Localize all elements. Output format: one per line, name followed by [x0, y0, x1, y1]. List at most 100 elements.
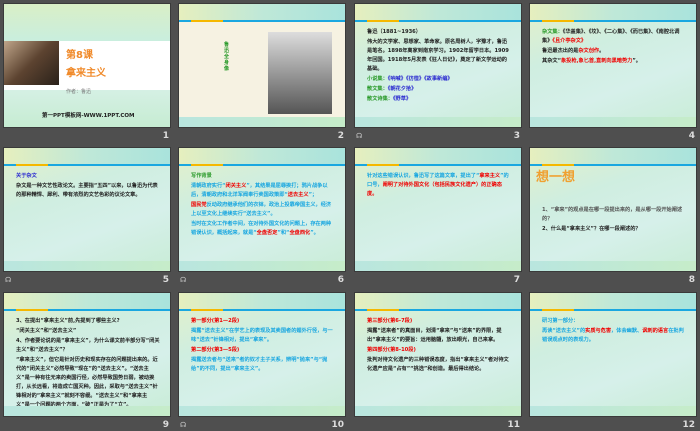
slide-content: 1、“拿来”的观点是在哪一段提出来的，是从哪一段开始阐述的？ 2、什么是“拿来主义… — [542, 206, 686, 235]
text-segment: 散文诗集： — [367, 96, 393, 102]
transition-icon[interactable]: ☊ — [180, 421, 186, 429]
text-segment: 象投枪,象匕首,直刺向黑暗势力 — [560, 58, 633, 64]
text-segment: 散文集： — [367, 86, 388, 92]
text-segment: 闭关主义 — [225, 183, 247, 189]
slide-header-band — [179, 148, 345, 164]
text-line: 揭露“送去主义”在学艺上的表现及其卖国者的媚外行径，与一味“送去”针锋相对，提出… — [191, 327, 335, 345]
caption: 鲁迅全身像 — [224, 42, 230, 72]
text-segment: 《朝花夕拾》 — [387, 86, 417, 92]
slide-footer-band — [179, 261, 345, 271]
slide-header-band — [530, 4, 696, 20]
text-segment: 鲁迅最杰出的是 — [542, 48, 579, 54]
slide-heading: 想一想 — [536, 170, 576, 185]
text-line: 揭露“送来者”的真面目，划清“拿来”与“送来”的界限，提出“拿来主义”的要旨：运… — [367, 327, 511, 345]
transition-icon[interactable]: ☊ — [356, 132, 362, 140]
text-line: 第三部分(第6-7段) — [367, 317, 511, 326]
transition-icon[interactable]: ☊ — [5, 276, 11, 284]
slide-thumbnail-9[interactable]: 3、在提出“拿来主义”前,先提到了哪些主义? “闭关主义”和“送去主义” 4、作者要… — [3, 292, 171, 417]
text-segment: 针对这些错误认识，鲁迅写了这篇文章，提出了“ — [367, 173, 480, 179]
slide-content: 第一部分(第1—2段) 揭露“送去主义”在学艺上的表现及其卖国者的媚外行径，与一味… — [191, 317, 335, 375]
author: 作者：鲁迅 — [66, 89, 92, 95]
slide-header-band — [355, 4, 521, 20]
accent-stripe — [530, 309, 696, 311]
accent-stripe — [355, 20, 521, 22]
accent-stripe — [355, 309, 521, 311]
slide-number: 12 — [682, 420, 695, 430]
slide-content: 杂文集：《华盖集》、《坟》、《二心集》、《而已集》、《南腔北调集》《且介亭杂文》… — [542, 28, 686, 67]
text-segment: ”和“ — [277, 230, 290, 236]
slide-footer-band — [179, 406, 345, 416]
slide-footer-band — [355, 406, 521, 416]
text-segment: 实质与危害 — [585, 328, 612, 334]
text-line: 鲁迅最杰出的是杂文创作。 — [542, 47, 686, 56]
text-line: 再读“送去主义”的实质与危害，体会幽默、讽刺的语言在批判错误观点时的表现力。 — [542, 327, 686, 345]
lesson-number: 第8课 — [66, 50, 93, 61]
text-segment: 3、在提出“拿来主义”前,先提到了哪些主义? — [16, 318, 120, 324]
slide-thumbnail-5[interactable]: 关于杂文 杂文是一种文艺性政论文。主要指“五四”以来，以鲁迅为代表的那种精悍、犀利… — [3, 147, 171, 272]
text-segment: ”。 — [310, 230, 319, 236]
text-segment: 4、作者要论说的是“拿来主义”，为什么课文前半部分写“闭关主义”和“送去主义”？ — [16, 338, 160, 353]
text-segment: “闭关主义”和“送去主义” — [16, 328, 77, 334]
text-segment: ”； — [308, 192, 318, 198]
slide-number: 3 — [513, 131, 520, 141]
slide-content: 写作背景 清朝政府实行“闭关主义”，其结果是屈辱挨打；鸦片战争以后，清朝政府和北洋… — [191, 172, 335, 239]
slide-thumbnail-12[interactable]: 研习第一部分： 再读“送去主义”的实质与危害，体会幽默、讽刺的语言在批判错误观点时… — [529, 292, 697, 417]
text-segment: 全盘西化 — [289, 230, 311, 236]
accent-stripe — [179, 20, 345, 22]
slide-number: 6 — [337, 275, 344, 285]
slide-content: 鲁迅（1881~1936） 伟大的文学家、思想家、革命家。原名周树人，字豫才，鲁迅… — [367, 28, 511, 105]
slide-header-band — [179, 293, 345, 309]
slide-thumbnail-8[interactable]: 想一想 1、“拿来”的观点是在哪一段提出来的，是从哪一段开始阐述的？ 2、什么是“拿… — [529, 147, 697, 272]
slide-thumbnail-7[interactable]: 针对这些错误认识，鲁迅写了这篇文章，提出了“拿来主义”的口号，阐明了对待外国文化… — [354, 147, 522, 272]
text-segment: 第一部分(第1—2段) — [191, 318, 240, 324]
text-segment: 研习第一部分： — [542, 318, 579, 324]
text-line: 批判对待文化遗产的三种错误态度，指出“拿来主义”者对待文化遗产应是“占有”“挑选… — [367, 356, 511, 374]
slide-header-band — [4, 148, 170, 164]
text-segment: 《呐喊》《彷徨》《故事新编》 — [387, 76, 453, 82]
text-segment: ”。 — [632, 58, 641, 64]
portrait-image — [4, 41, 59, 85]
slide-footer-band — [179, 117, 345, 127]
text-line: 揭露送去者与“送来”者的奴才主子关系，辨明“抛来”与“抛给”的不同，提出“拿来主… — [191, 356, 335, 374]
slide-content: 第三部分(第6-7段) 揭露“送来者”的真面目，划清“拿来”与“送来”的界限，提出… — [367, 317, 511, 375]
photo — [268, 32, 332, 114]
text-line: 第一部分(第1—2段) — [191, 317, 335, 326]
text-line: 小说集：《呐喊》《彷徨》《故事新编》 — [367, 75, 511, 84]
text-segment: 关于杂文 — [16, 173, 37, 179]
text-line: 其杂文“象投枪,象匕首,直刺向黑暗势力”。 — [542, 57, 686, 66]
slide-thumbnail-6[interactable]: 写作背景 清朝政府实行“闭关主义”，其结果是屈辱挨打；鸦片战争以后，清朝政府和北洋… — [178, 147, 346, 272]
text-segment: 《野草》 — [392, 96, 412, 102]
accent-stripe — [4, 164, 170, 166]
text-segment: 国民党 — [191, 202, 207, 208]
slide-thumbnail-3[interactable]: 鲁迅（1881~1936） 伟大的文学家、思想家、革命家。原名周树人，字豫才，鲁迅… — [354, 3, 522, 128]
slide-footer-band — [355, 261, 521, 271]
slide-footer-band — [530, 406, 696, 416]
text-segment: 。 — [599, 48, 605, 54]
slide-number: 7 — [513, 275, 520, 285]
slide-thumbnail-11[interactable]: 第三部分(第6-7段) 揭露“送来者”的真面目，划清“拿来”与“送来”的界限，提出… — [354, 292, 522, 417]
slide-content: 研习第一部分： 再读“送去主义”的实质与危害，体会幽默、讽刺的语言在批判错误观点时… — [542, 317, 686, 346]
slide-number: 10 — [331, 420, 344, 430]
slide-header-band — [355, 148, 521, 164]
text-segment: 全盘否定 — [256, 230, 278, 236]
text-segment: 伟大的文学家、思想家、革命家。原名周树人，字豫才，鲁迅是笔名。1898年离家到南… — [367, 39, 509, 72]
slide-thumbnail-1[interactable]: 第8课 拿来主义 作者：鲁迅 第一PPT模板网-WWW.1PPT.COM — [3, 3, 171, 128]
text-segment: 第二部分(第3—5段) — [191, 347, 240, 353]
text-segment: 批判对待文化遗产的三种错误态度，指出“拿来主义”者对待文化遗产应是“占有”“挑选… — [367, 357, 509, 372]
slide-thumbnail-2[interactable]: 鲁迅全身像 — [178, 3, 346, 128]
slide-number: 11 — [507, 420, 520, 430]
text-segment: “拿来主义”，但它是针对历史和现实存在的问题提出来的。近代的“闭关主义”必然导致… — [16, 357, 158, 408]
slide-thumbnail-4[interactable]: 杂文集：《华盖集》、《坟》、《二心集》、《而已集》、《南腔北调集》《且介亭杂文》… — [529, 3, 697, 128]
text-line: 杂文集：《华盖集》、《坟》、《二心集》、《而已集》、《南腔北调集》《且介亭杂文》 — [542, 28, 686, 46]
text-segment: 拿来主义 — [479, 173, 501, 179]
text-line: 第二部分(第3—5段) — [191, 346, 335, 355]
text-line: 3、在提出“拿来主义”前,先提到了哪些主义? — [16, 317, 160, 326]
slide-thumbnail-10[interactable]: 第一部分(第1—2段) 揭露“送去主义”在学艺上的表现及其卖国者的媚外行径，与一味… — [178, 292, 346, 417]
slide-footer-band — [4, 261, 170, 271]
text-line: 散文集：《朝花夕拾》 — [367, 85, 511, 94]
transition-icon[interactable]: ☊ — [180, 276, 186, 284]
text-segment: 写作背景 — [191, 173, 212, 179]
text-line: 散文诗集：《野草》 — [367, 95, 511, 104]
text-line: 研习第一部分： — [542, 317, 686, 326]
text-segment: 鲁迅（1881~1936） — [367, 29, 421, 35]
